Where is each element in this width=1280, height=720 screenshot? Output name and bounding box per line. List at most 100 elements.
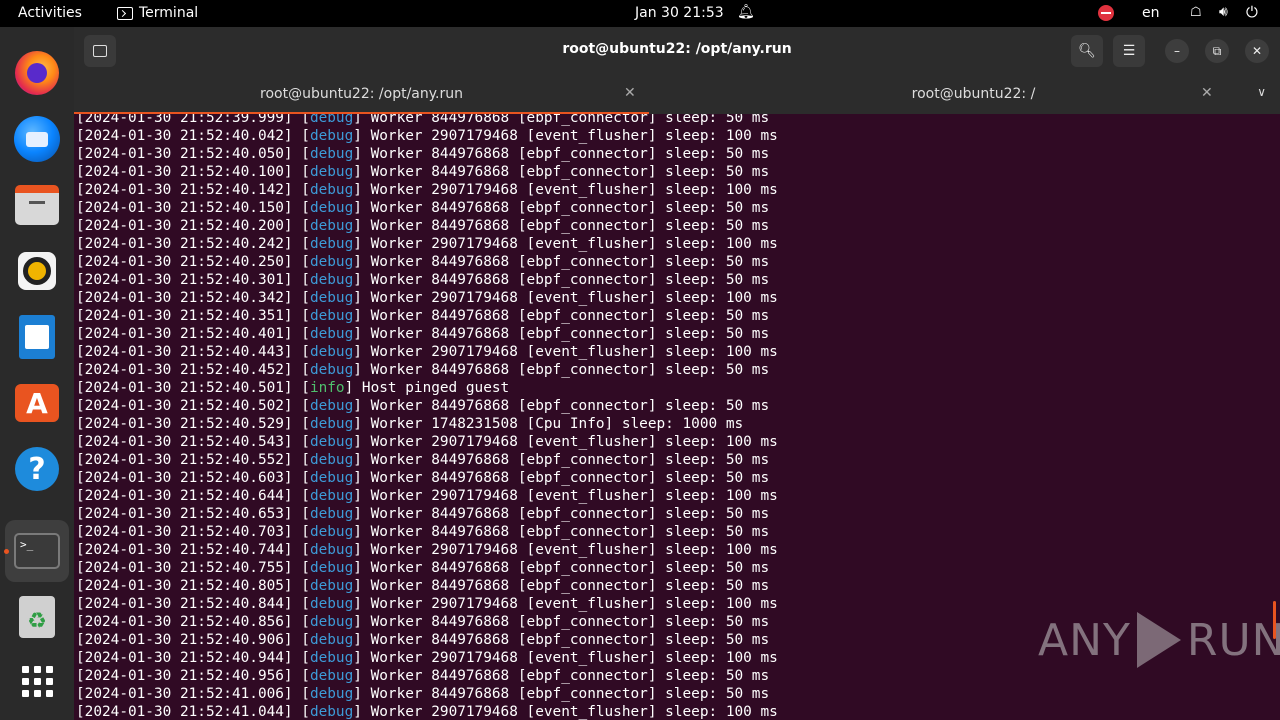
activities-button[interactable]: Activities	[18, 5, 82, 21]
volume-icon[interactable]: 🔊︎	[1219, 4, 1228, 20]
log-message: Worker 844976868 [ebpf_connector] sleep:…	[370, 668, 770, 684]
language-indicator[interactable]: en	[1142, 5, 1160, 21]
log-message: Worker 844976868 [ebpf_connector] sleep:…	[370, 308, 770, 324]
close-tab-icon[interactable]: ✕	[1201, 85, 1213, 101]
log-level: debug	[309, 308, 354, 324]
do-not-disturb-icon[interactable]	[1098, 5, 1114, 21]
log-level: debug	[309, 236, 354, 252]
log-timestamp: [2024-01-30 21:52:40.543]	[76, 434, 293, 450]
dock-terminal[interactable]: >_	[11, 525, 63, 577]
maximize-button[interactable]: ⧉	[1205, 39, 1229, 63]
tab-label: root@ubuntu22: /opt/any.run	[260, 86, 463, 102]
dock-help[interactable]: ?	[11, 443, 63, 495]
dock-thunderbird[interactable]	[11, 113, 63, 165]
log-level: debug	[309, 524, 354, 540]
search-button[interactable]: 🔍︎	[1071, 35, 1103, 67]
log-line: [2024-01-30 21:52:40.351] [debug] Worker…	[76, 308, 770, 324]
log-timestamp: [2024-01-30 21:52:40.242]	[76, 236, 293, 252]
dock-firefox[interactable]	[11, 47, 63, 99]
log-level: debug	[309, 596, 354, 612]
log-level: debug	[309, 686, 354, 702]
play-icon	[1136, 612, 1181, 668]
log-timestamp: [2024-01-30 21:52:40.142]	[76, 182, 293, 198]
log-level: debug	[309, 470, 354, 486]
log-timestamp: [2024-01-30 21:52:40.501]	[76, 380, 293, 396]
writer-icon	[19, 315, 55, 359]
dock-writer[interactable]	[11, 311, 63, 363]
log-message: Worker 2907179468 [event_flusher] sleep:…	[370, 344, 778, 360]
log-line: [2024-01-30 21:52:40.703] [debug] Worker…	[76, 524, 770, 540]
dock-files[interactable]	[11, 179, 63, 231]
log-message: Worker 2907179468 [event_flusher] sleep:…	[370, 290, 778, 306]
log-timestamp: [2024-01-30 21:52:41.006]	[76, 686, 293, 702]
close-button[interactable]: ✕	[1245, 39, 1269, 63]
tab-any-run[interactable]: root@ubuntu22: /opt/any.run ✕	[74, 73, 649, 114]
log-timestamp: [2024-01-30 21:52:40.744]	[76, 542, 293, 558]
log-level: debug	[309, 560, 354, 576]
tab-bar: root@ubuntu22: /opt/any.run ✕ root@ubunt…	[74, 73, 1280, 114]
log-timestamp: [2024-01-30 21:52:40.050]	[76, 146, 293, 162]
log-line: [2024-01-30 21:52:40.944] [debug] Worker…	[76, 650, 778, 666]
log-timestamp: [2024-01-30 21:52:40.443]	[76, 344, 293, 360]
log-line: [2024-01-30 21:52:40.452] [debug] Worker…	[76, 362, 770, 378]
log-level: debug	[309, 416, 354, 432]
log-message: Worker 2907179468 [event_flusher] sleep:…	[370, 488, 778, 504]
trash-icon: ♻	[19, 596, 55, 638]
power-icon[interactable]: ⏻	[1246, 3, 1258, 21]
log-line: [2024-01-30 21:52:41.044] [debug] Worker…	[76, 704, 778, 720]
minimize-button[interactable]: –	[1165, 39, 1189, 63]
log-timestamp: [2024-01-30 21:52:40.250]	[76, 254, 293, 270]
log-timestamp: [2024-01-30 21:52:40.844]	[76, 596, 293, 612]
terminal-output[interactable]: [2024-01-30 21:52:39.999] [debug] Worker…	[74, 114, 1280, 720]
app-name: Terminal	[139, 5, 199, 21]
log-message: Worker 2907179468 [event_flusher] sleep:…	[370, 650, 778, 666]
dock-app-center[interactable]: A	[11, 377, 63, 429]
network-icon[interactable]: ☖	[1190, 5, 1202, 20]
log-message: Worker 844976868 [ebpf_connector] sleep:…	[370, 686, 770, 702]
log-level: debug	[309, 326, 354, 342]
hamburger-icon: ☰	[1122, 43, 1136, 59]
log-line: [2024-01-30 21:52:40.250] [debug] Worker…	[76, 254, 770, 270]
log-level: debug	[309, 114, 354, 126]
log-message: Worker 844976868 [ebpf_connector] sleep:…	[370, 146, 770, 162]
dock-rhythmbox[interactable]	[11, 245, 63, 297]
log-message: Worker 844976868 [ebpf_connector] sleep:…	[370, 326, 770, 342]
chevron-down-icon[interactable]: ∨	[1257, 85, 1266, 99]
log-message: Worker 2907179468 [event_flusher] sleep:…	[370, 542, 778, 558]
log-message: Worker 844976868 [ebpf_connector] sleep:…	[370, 114, 770, 126]
tab-label: root@ubuntu22: /	[911, 86, 1036, 102]
log-level: debug	[309, 290, 354, 306]
log-line: [2024-01-30 21:52:40.543] [debug] Worker…	[76, 434, 778, 450]
menu-button[interactable]: ☰	[1113, 35, 1145, 67]
log-message: Worker 844976868 [ebpf_connector] sleep:…	[370, 452, 770, 468]
log-timestamp: [2024-01-30 21:52:40.944]	[76, 650, 293, 666]
log-message: Worker 2907179468 [event_flusher] sleep:…	[370, 596, 778, 612]
log-timestamp: [2024-01-30 21:52:40.703]	[76, 524, 293, 540]
show-apps-button[interactable]	[11, 655, 63, 707]
log-timestamp: [2024-01-30 21:52:40.100]	[76, 164, 293, 180]
log-level: debug	[309, 128, 354, 144]
log-line: [2024-01-30 21:52:40.856] [debug] Worker…	[76, 614, 770, 630]
log-level: debug	[309, 506, 354, 522]
log-timestamp: [2024-01-30 21:52:40.644]	[76, 488, 293, 504]
log-level: debug	[309, 650, 354, 666]
log-line: [2024-01-30 21:52:41.006] [debug] Worker…	[76, 686, 770, 702]
rhythmbox-icon	[18, 252, 56, 290]
log-line: [2024-01-30 21:52:40.050] [debug] Worker…	[76, 146, 770, 162]
app-center-icon: A	[15, 384, 59, 422]
log-message: Worker 844976868 [ebpf_connector] sleep:…	[370, 200, 770, 216]
log-timestamp: [2024-01-30 21:52:40.552]	[76, 452, 293, 468]
log-timestamp: [2024-01-30 21:52:40.603]	[76, 470, 293, 486]
log-timestamp: [2024-01-30 21:52:39.999]	[76, 114, 293, 126]
log-timestamp: [2024-01-30 21:52:40.653]	[76, 506, 293, 522]
close-tab-icon[interactable]: ✕	[624, 85, 636, 101]
dock-trash[interactable]: ♻	[11, 591, 63, 643]
help-icon: ?	[15, 447, 59, 491]
app-menu[interactable]: Terminal	[117, 5, 198, 21]
bell-icon[interactable]: 🔔︎	[737, 4, 755, 20]
log-timestamp: [2024-01-30 21:52:40.200]	[76, 218, 293, 234]
log-line: [2024-01-30 21:52:40.242] [debug] Worker…	[76, 236, 778, 252]
clock[interactable]: Jan 30 21:53	[635, 5, 724, 21]
tab-root[interactable]: root@ubuntu22: / ✕	[691, 73, 1266, 114]
log-timestamp: [2024-01-30 21:52:40.805]	[76, 578, 293, 594]
